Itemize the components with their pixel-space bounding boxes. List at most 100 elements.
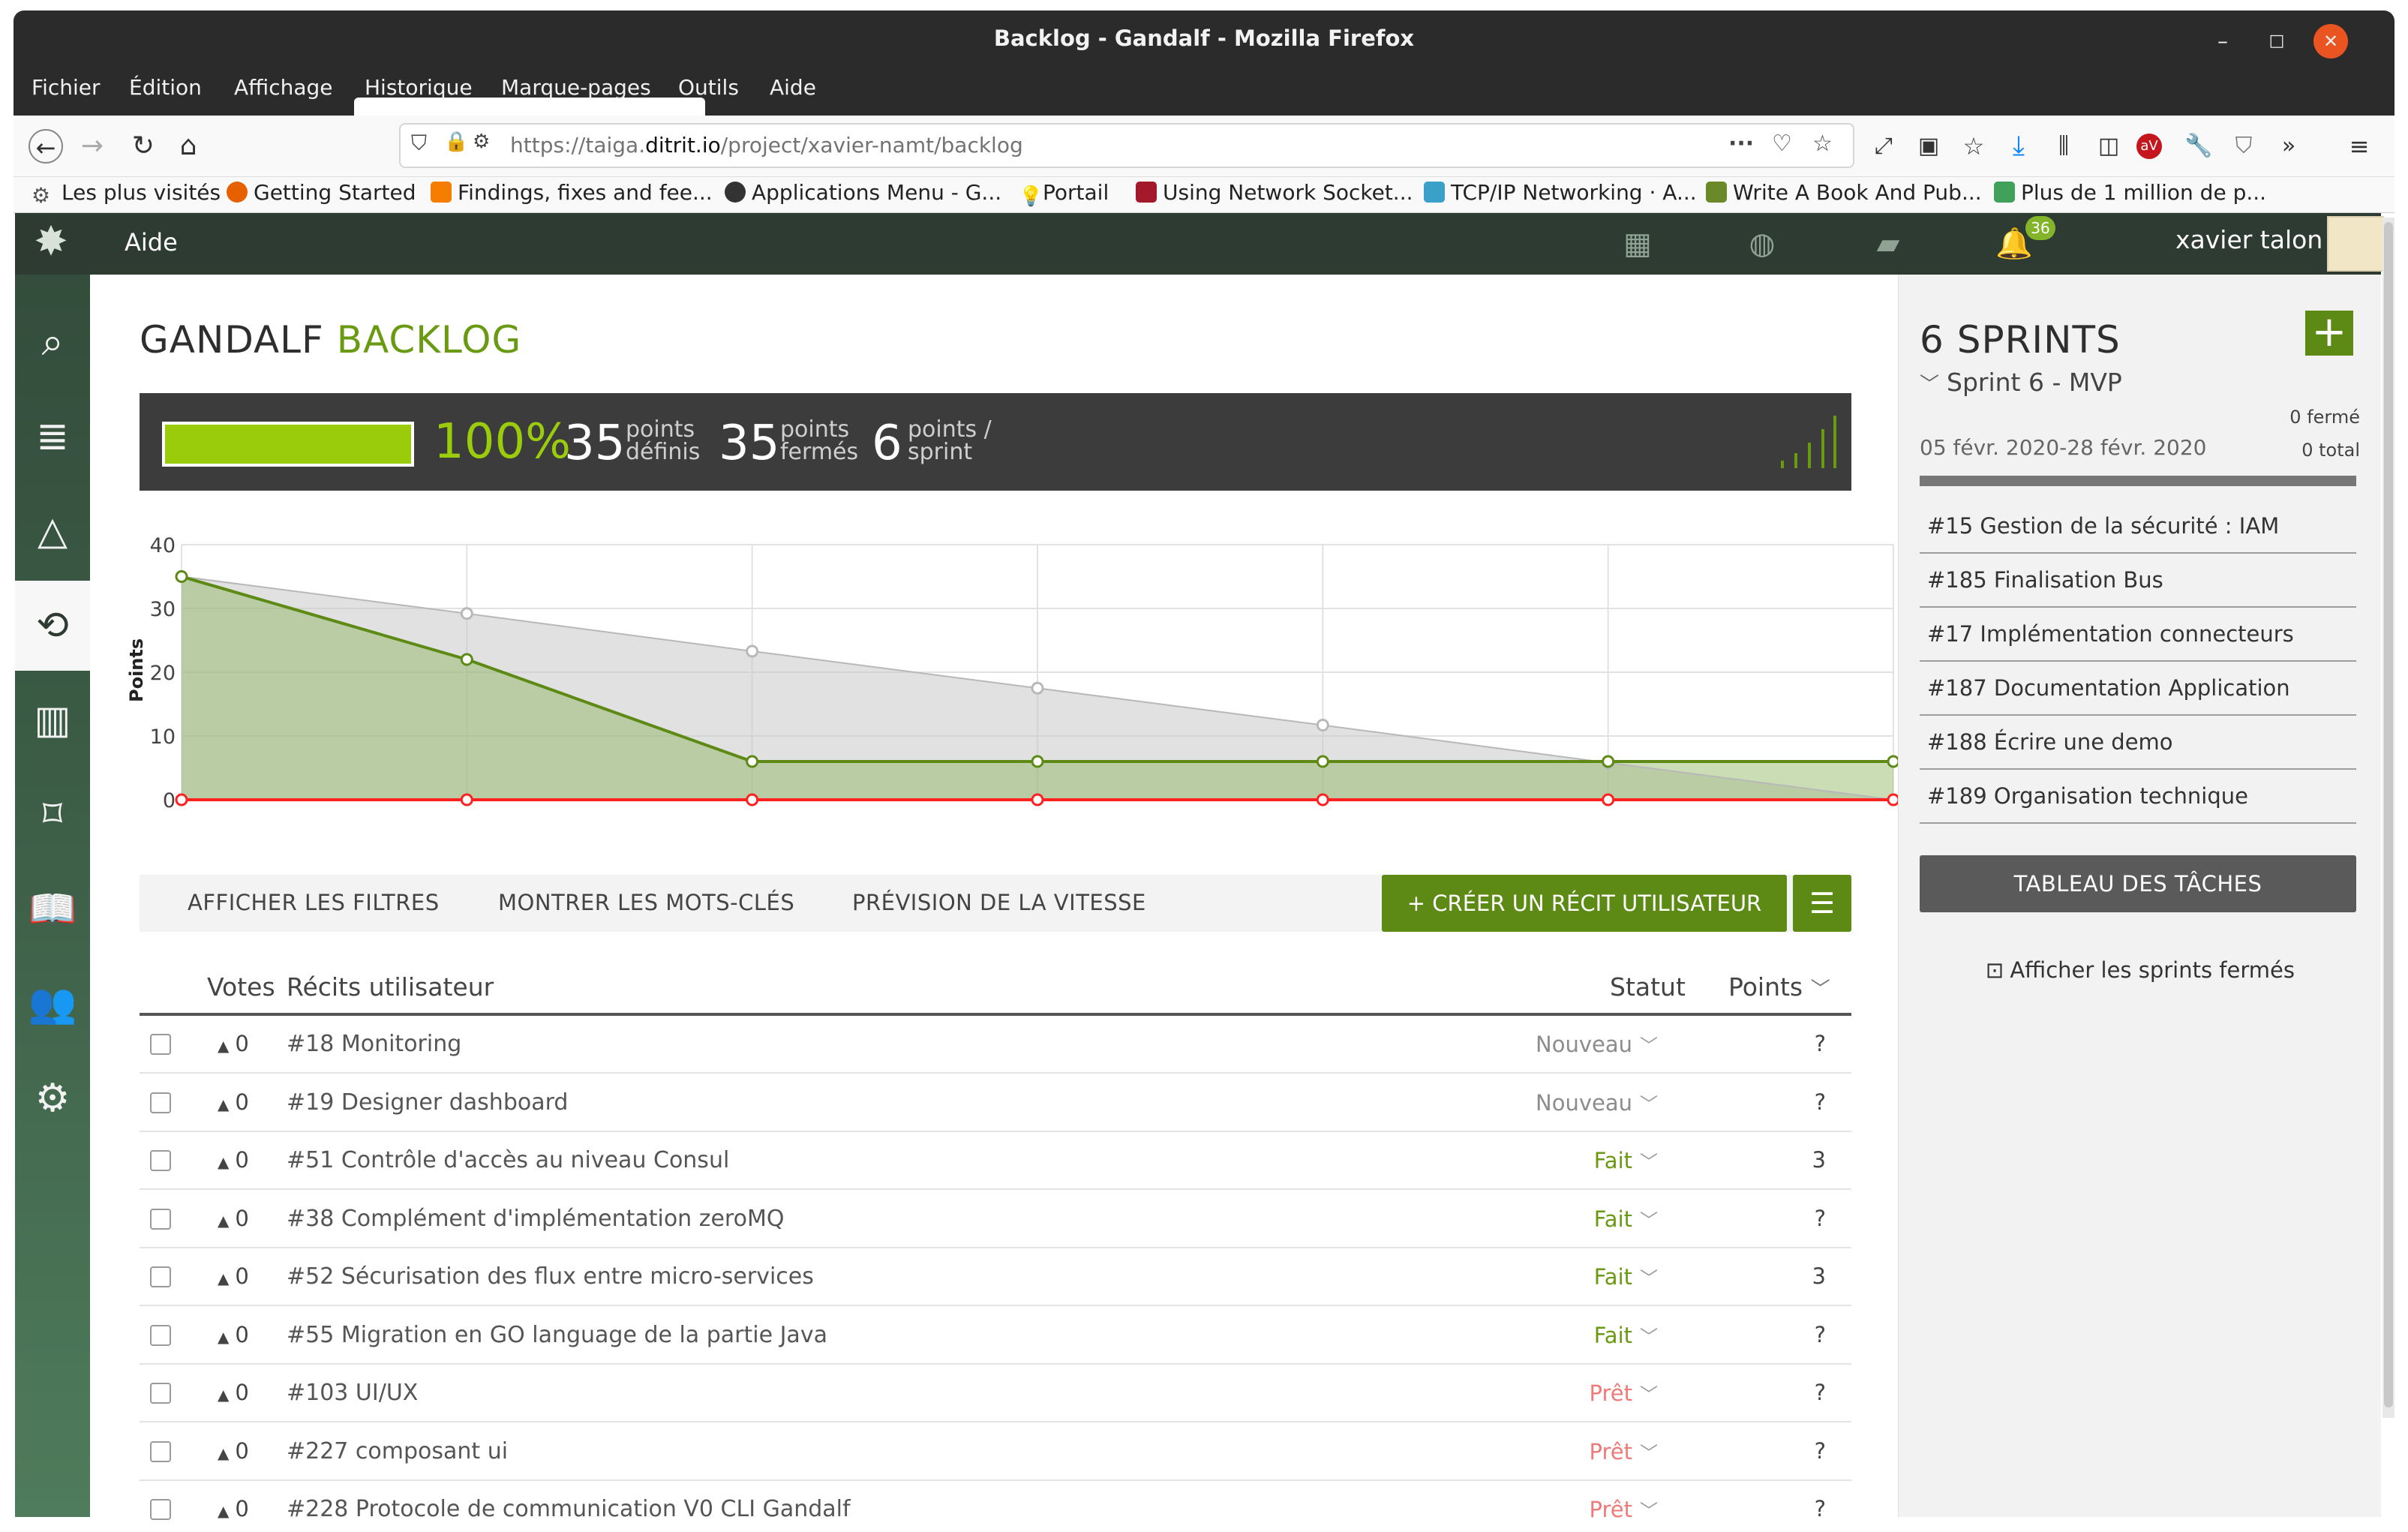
sprint-story-item[interactable]: #187 Documentation Application bbox=[1920, 662, 2356, 716]
user-name[interactable]: xavier talon bbox=[2175, 225, 2322, 254]
row-checkbox[interactable] bbox=[150, 1499, 171, 1520]
addon-av-icon[interactable]: aV bbox=[2136, 134, 2162, 159]
permissions-icon[interactable]: ⚙ bbox=[473, 131, 490, 153]
back-icon[interactable]: ← bbox=[29, 129, 63, 164]
points-value[interactable]: 3 bbox=[1812, 1147, 1826, 1173]
taskboard-button[interactable]: TABLEAU DES TÂCHES bbox=[1920, 855, 2356, 912]
table-row[interactable]: ▲ 0 #51 Contrôle d'accès au niveau Consul F… bbox=[140, 1132, 1851, 1190]
row-checkbox[interactable] bbox=[150, 1092, 171, 1113]
vote-button[interactable]: ▲ 0 bbox=[218, 1089, 249, 1115]
download-icon[interactable]: ⤓ bbox=[2001, 129, 2036, 164]
backlog-icon[interactable]: ⟲ bbox=[15, 581, 90, 671]
table-row[interactable]: ▲ 0 #103 UI/UX Prêt ﹀? bbox=[140, 1365, 1851, 1422]
bookmark-item[interactable]: Write A Book And Pub... bbox=[1706, 180, 1982, 210]
menu-edition[interactable]: Édition bbox=[129, 75, 202, 100]
folder-icon[interactable]: ▰ bbox=[1871, 227, 1905, 261]
bookmark-item[interactable]: TCP/IP Networking · A... bbox=[1424, 180, 1697, 210]
bookmark-item[interactable]: Using Network Socket... bbox=[1136, 180, 1413, 210]
table-row[interactable]: ▲ 0 #55 Migration en GO language de la par… bbox=[140, 1307, 1851, 1365]
sprint-story-item[interactable]: #188 Écrire une demo bbox=[1920, 716, 2356, 770]
status-dropdown[interactable]: Prêt ﹀ bbox=[1590, 1380, 1658, 1406]
user-story-title[interactable]: #227 composant ui bbox=[287, 1438, 508, 1464]
status-dropdown[interactable]: Prêt ﹀ bbox=[1590, 1438, 1658, 1464]
vote-button[interactable]: ▲ 0 bbox=[218, 1380, 249, 1405]
status-dropdown[interactable]: Nouveau ﹀ bbox=[1536, 1089, 1658, 1116]
status-dropdown[interactable]: Nouveau ﹀ bbox=[1536, 1031, 1658, 1057]
user-story-title[interactable]: #103 UI/UX bbox=[287, 1380, 418, 1406]
star-list-icon[interactable]: ☆ bbox=[1956, 129, 1991, 164]
hamburger-menu-icon[interactable]: ≡ bbox=[2342, 129, 2376, 164]
vote-button[interactable]: ▲ 0 bbox=[218, 1263, 249, 1289]
status-dropdown[interactable]: Fait ﹀ bbox=[1594, 1263, 1658, 1290]
sprint-story-item[interactable]: #189 Organisation technique bbox=[1920, 770, 2356, 824]
table-row[interactable]: ▲ 0 #52 Sécurisation des flux entre micro-… bbox=[140, 1248, 1851, 1306]
sprint-name[interactable]: ﹀ Sprint 6 - MVP bbox=[1920, 368, 2122, 397]
sidebar-toggle-icon[interactable]: ◫ bbox=[2091, 129, 2126, 164]
user-story-title[interactable]: #19 Designer dashboard bbox=[287, 1089, 568, 1116]
row-checkbox[interactable] bbox=[150, 1440, 171, 1462]
status-dropdown[interactable]: Prêt ﹀ bbox=[1590, 1496, 1658, 1522]
row-checkbox[interactable] bbox=[150, 1266, 171, 1287]
discover-globe-icon[interactable]: ◍ bbox=[1745, 227, 1779, 261]
maximize-button[interactable]: □ bbox=[2259, 24, 2294, 59]
bookmark-item[interactable]: Getting Started bbox=[227, 180, 416, 210]
vote-button[interactable]: ▲ 0 bbox=[218, 1496, 249, 1521]
vote-button[interactable]: ▲ 0 bbox=[218, 1438, 249, 1464]
sprint-story-item[interactable]: #15 Gestion de la sécurité : IAM bbox=[1920, 500, 2356, 554]
row-checkbox[interactable] bbox=[150, 1034, 171, 1055]
menu-fichier[interactable]: Fichier bbox=[32, 75, 101, 100]
show-filters-button[interactable]: AFFICHER LES FILTRES bbox=[188, 890, 440, 915]
show-tags-button[interactable]: MONTRER LES MOTS-CLÉS bbox=[498, 890, 794, 915]
status-dropdown[interactable]: Fait ﹀ bbox=[1594, 1322, 1658, 1348]
issues-bookmark-icon[interactable]: ⌑ bbox=[15, 770, 90, 860]
points-value[interactable]: ? bbox=[1815, 1438, 1826, 1464]
table-row[interactable]: ▲ 0 #19 Designer dashboard Nouveau ﹀? bbox=[140, 1074, 1851, 1132]
points-value[interactable]: 3 bbox=[1812, 1263, 1826, 1289]
settings-gear-icon[interactable]: ⚙ bbox=[15, 1053, 90, 1143]
close-button[interactable]: ✕ bbox=[2313, 24, 2348, 59]
avatar[interactable] bbox=[2327, 216, 2384, 272]
user-story-title[interactable]: #18 Monitoring bbox=[287, 1031, 461, 1057]
help-link[interactable]: Aide bbox=[125, 228, 178, 257]
points-value[interactable]: ? bbox=[1815, 1496, 1826, 1521]
user-story-title[interactable]: #52 Sécurisation des flux entre micro-se… bbox=[287, 1263, 814, 1290]
menu-aide[interactable]: Aide bbox=[770, 75, 816, 100]
epics-icon[interactable]: △ bbox=[15, 486, 90, 576]
vote-button[interactable]: ▲ 0 bbox=[218, 1147, 249, 1173]
table-row[interactable]: ▲ 0 #38 Complément d'implémentation zeroMQ… bbox=[140, 1191, 1851, 1248]
wrench-icon[interactable]: 🔧 bbox=[2181, 129, 2216, 164]
timeline-icon[interactable]: ≣ bbox=[15, 392, 90, 482]
page-scrollbar[interactable] bbox=[2382, 218, 2394, 1418]
table-row[interactable]: ▲ 0 #228 Protocole de communication V0 CLI… bbox=[140, 1481, 1851, 1532]
home-icon[interactable]: ⌂ bbox=[171, 129, 206, 164]
minimize-button[interactable]: – bbox=[2205, 24, 2240, 59]
velocity-forecast-button[interactable]: PRÉVISION DE LA VITESSE bbox=[852, 890, 1146, 915]
col-points[interactable]: Points ﹀ bbox=[1728, 972, 1830, 1002]
taiga-logo-icon[interactable]: ✸ bbox=[30, 221, 72, 263]
bookmark-item[interactable]: Findings, fixes and fee... bbox=[431, 180, 713, 210]
scrollbar-thumb[interactable] bbox=[2384, 222, 2393, 1407]
row-checkbox[interactable] bbox=[150, 1324, 171, 1346]
projects-grid-icon[interactable]: ▦ bbox=[1620, 227, 1655, 261]
shield-icon[interactable]: ⛉ bbox=[411, 131, 427, 156]
reload-icon[interactable]: ↻ bbox=[126, 129, 161, 164]
sprint-story-item[interactable]: #185 Finalisation Bus bbox=[1920, 554, 2356, 608]
row-checkbox[interactable] bbox=[150, 1208, 171, 1230]
bulk-create-list-icon[interactable]: ☰ bbox=[1793, 875, 1851, 932]
status-dropdown[interactable]: Fait ﹀ bbox=[1594, 1147, 1658, 1173]
bookmark-item[interactable]: Plus de 1 million de p... bbox=[1994, 180, 2266, 210]
kanban-icon[interactable]: ▥ bbox=[15, 675, 90, 765]
menu-outils[interactable]: Outils bbox=[678, 75, 739, 100]
wiki-book-icon[interactable]: 📖 bbox=[15, 864, 90, 954]
library-icon[interactable]: ⫼ bbox=[2046, 129, 2081, 164]
table-row[interactable]: ▲ 0 #227 composant ui Prêt ﹀? bbox=[140, 1423, 1851, 1481]
row-checkbox[interactable] bbox=[150, 1150, 171, 1171]
points-value[interactable]: ? bbox=[1815, 1322, 1826, 1347]
add-sprint-button[interactable]: + bbox=[2305, 311, 2353, 356]
team-icon[interactable]: 👥 bbox=[15, 959, 90, 1049]
bookmark-item[interactable]: ⚙ Les plus visités bbox=[32, 180, 221, 210]
forward-icon[interactable]: → bbox=[75, 129, 110, 164]
points-value[interactable]: ? bbox=[1815, 1206, 1826, 1231]
points-value[interactable]: ? bbox=[1815, 1089, 1826, 1115]
overflow-icon[interactable]: » bbox=[2271, 129, 2306, 164]
